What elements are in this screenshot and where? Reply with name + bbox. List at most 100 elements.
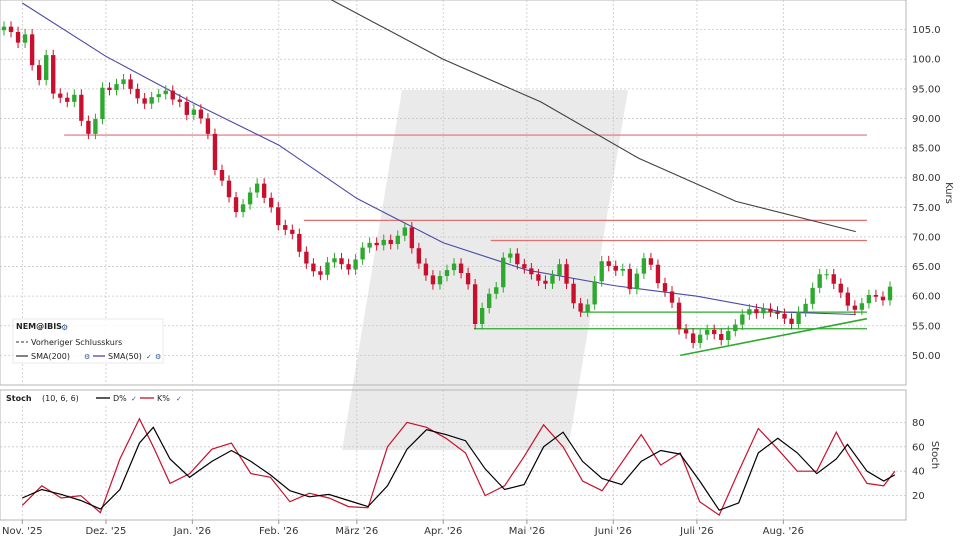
candle-body — [269, 197, 274, 208]
candle-body — [634, 273, 640, 290]
candle-body — [803, 303, 808, 312]
candle-body — [36, 65, 42, 80]
candle-body — [233, 197, 239, 213]
candle-body — [515, 253, 520, 265]
candle-body — [72, 94, 77, 102]
candle-body — [212, 133, 218, 170]
candle-body — [437, 276, 443, 285]
candle-body — [226, 180, 232, 198]
price-y-tick-label: 85.00 — [912, 144, 941, 155]
candle-body — [332, 258, 337, 263]
candle-body — [831, 274, 836, 284]
candle-body — [585, 304, 590, 312]
candle-body — [423, 263, 429, 276]
price-y-tick-label: 90.00 — [912, 114, 941, 125]
candle-body — [627, 268, 633, 290]
x-tick-label: Nov. '25 — [2, 526, 43, 537]
candle-body — [29, 34, 35, 66]
candle-body — [121, 79, 126, 85]
candle-body — [817, 274, 822, 288]
candle-body — [606, 261, 611, 266]
stoch-y-axis-label: Stoch — [929, 441, 940, 469]
candle-body — [782, 313, 787, 319]
candle-body — [261, 183, 267, 198]
candle-body — [641, 258, 647, 274]
legend-sma200: SMA(200) — [31, 352, 70, 361]
price-y-tick-label: 105.0 — [912, 25, 941, 36]
candle-body — [451, 263, 457, 271]
candle-body — [93, 119, 98, 134]
candle-body — [219, 169, 225, 181]
candle-body — [409, 227, 415, 249]
x-tick-label: Aug. '26 — [763, 526, 804, 537]
x-tick-label: Dez. '25 — [85, 526, 126, 537]
legend-sma50: SMA(50) — [108, 352, 142, 361]
price-y-tick-label: 80.00 — [912, 173, 941, 184]
legend-sma50-check-icon[interactable]: ✓ — [146, 353, 152, 361]
stoch-y-axis: 20 40 60 80 — [912, 418, 925, 502]
candle-body — [283, 225, 288, 230]
candle-body — [44, 55, 49, 80]
candle-body — [318, 271, 323, 275]
candle-body — [353, 259, 358, 270]
price-y-tick-label: 75.00 — [912, 203, 941, 214]
candle-body — [683, 329, 689, 334]
candle-body — [599, 261, 604, 282]
stoch-params: (10, 6, 6) — [42, 394, 79, 403]
candle-body — [494, 287, 499, 294]
candle-body — [761, 308, 766, 314]
candle-body — [880, 296, 886, 301]
candle-body — [458, 263, 464, 274]
legend-k: K% — [157, 394, 170, 403]
x-tick-label: Jan. '26 — [173, 526, 211, 537]
candle-body — [58, 93, 63, 98]
candle-body — [22, 34, 28, 43]
candle-body — [163, 90, 168, 95]
x-tick-label: Apr. '26 — [424, 526, 462, 537]
legend-d-check-icon[interactable]: ✓ — [131, 395, 137, 403]
candle-body — [508, 253, 513, 258]
candle-body — [592, 281, 597, 305]
legend-symbol-settings-icon[interactable]: ⚙ — [61, 323, 68, 332]
price-y-tick-label: 60.00 — [912, 292, 941, 303]
candle-body — [662, 283, 668, 292]
stoch-y-tick-label: 20 — [912, 491, 925, 502]
x-tick-label: Juli '26 — [679, 526, 714, 537]
candle-body — [339, 258, 344, 265]
candle-body — [669, 291, 675, 303]
candle-body — [845, 292, 850, 306]
candle-body — [487, 293, 492, 308]
price-y-tick-label: 50.00 — [912, 351, 941, 362]
candle-body — [107, 87, 112, 91]
legend-sma50-settings-icon[interactable]: ⚙ — [155, 353, 161, 361]
candle-body — [205, 118, 211, 134]
candle-body — [740, 314, 745, 325]
candle-body — [536, 274, 541, 281]
candle-body — [276, 207, 281, 226]
x-tick-label: Juni '26 — [594, 526, 632, 537]
candle-body — [198, 109, 204, 119]
price-y-axis: 50.00 55.00 60.00 65.00 70.00 75.00 80.00 85.00… — [912, 25, 941, 362]
candle-body — [873, 294, 879, 297]
candle-body — [79, 94, 84, 121]
candle-body — [754, 309, 759, 314]
candle-body — [859, 303, 865, 310]
candle-body — [247, 192, 253, 205]
legend-sma200-settings-icon[interactable]: ⚙ — [84, 353, 90, 361]
stoch-legend: Stoch (10, 6, 6) D% ✓ K% ✓ — [2, 391, 188, 404]
candle-body — [712, 329, 717, 335]
legend-k-check-icon[interactable]: ✓ — [176, 395, 182, 403]
candle-body — [472, 284, 478, 324]
candle-body — [346, 264, 351, 270]
candle-body — [676, 302, 682, 330]
support-trend-line — [680, 317, 868, 357]
legend-symbol: NEM@IBIS — [16, 322, 62, 331]
candle-body — [543, 280, 548, 284]
candle-body — [15, 31, 21, 43]
candle-body — [479, 308, 485, 324]
candle-body — [529, 268, 534, 275]
candle-body — [381, 239, 386, 246]
candle-body — [522, 264, 527, 269]
candle-body — [775, 311, 780, 314]
stoch-label: Stoch — [6, 394, 32, 403]
